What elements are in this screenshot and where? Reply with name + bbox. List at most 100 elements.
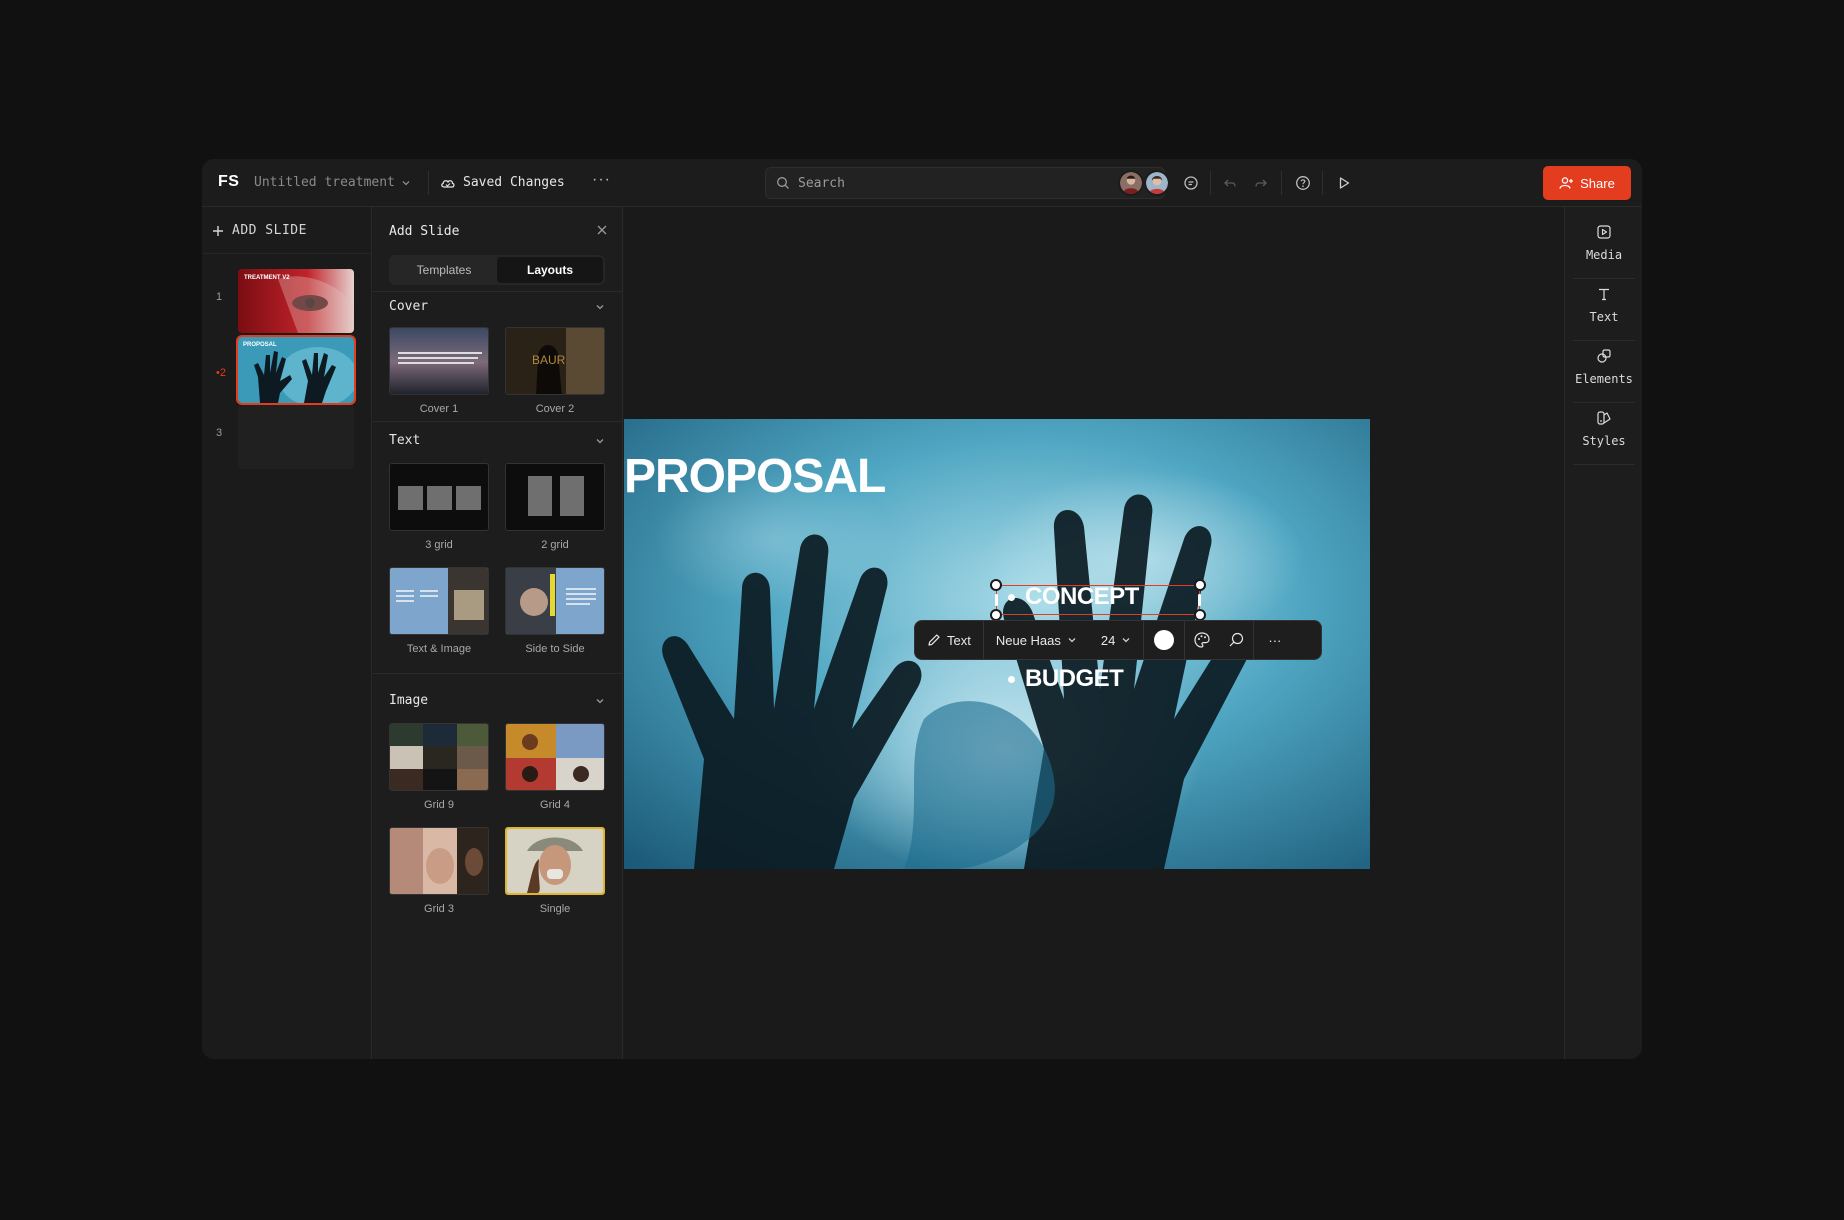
chevron-down-icon [402, 180, 410, 185]
panel-tabs: Templates Layouts [389, 255, 605, 285]
resize-handle[interactable] [990, 579, 1002, 591]
comment-icon [1184, 176, 1198, 190]
divider [373, 421, 623, 422]
pencil-icon [928, 634, 940, 646]
layout-tile-label: Side to Side [525, 643, 585, 655]
tab-layouts[interactable]: Layouts [497, 257, 603, 283]
text-color-button[interactable] [1144, 620, 1184, 660]
add-slide-button[interactable]: ADD SLIDE [212, 223, 307, 238]
layout-tile-side-to-side[interactable]: Side to Side [505, 567, 605, 655]
styles-icon [1597, 410, 1611, 425]
slide-number: 1 [216, 291, 223, 303]
share-button[interactable]: Share [1543, 166, 1631, 200]
layout-tile-label: Text & Image [406, 643, 472, 655]
text-icon [1599, 288, 1609, 300]
user-avatar-1[interactable] [1118, 170, 1144, 196]
slide-thumbnail-3[interactable] [238, 405, 354, 469]
divider [373, 291, 623, 292]
slide-number: •2 [216, 367, 226, 379]
bullet-dot [1008, 675, 1015, 683]
divider [1210, 171, 1211, 195]
close-panel-button[interactable] [593, 221, 611, 239]
saved-status: Saved Changes [440, 175, 565, 190]
tools-sidebar: Media Text Elements Styles [1564, 207, 1642, 1059]
slide-number: 3 [216, 427, 223, 439]
redo-icon [1255, 179, 1267, 187]
layout-tile-single[interactable]: Single [505, 827, 605, 915]
layout-tile-2-grid[interactable]: 2 grid [505, 463, 605, 551]
color-swatch-icon [1154, 630, 1175, 650]
share-label: Share [1580, 175, 1615, 191]
present-button[interactable] [1333, 172, 1355, 194]
palette-button[interactable] [1185, 620, 1219, 660]
font-family-dropdown[interactable]: Neue Haas [984, 620, 1089, 660]
bullet-dot [1008, 593, 1015, 601]
layout-tile-label: Cover 2 [535, 403, 575, 415]
layout-tile-label: Cover 1 [419, 403, 459, 415]
font-size-dropdown[interactable]: 24 [1089, 620, 1143, 660]
section-header-image[interactable]: Image [389, 693, 605, 708]
slide-thumbnail-1[interactable]: TREATMENT V2 [238, 269, 354, 333]
lasso-icon [1229, 632, 1244, 647]
saved-status-label: Saved Changes [463, 175, 565, 190]
document-title: Untitled treatment [254, 175, 395, 190]
search-bar[interactable] [765, 167, 1165, 199]
section-header-cover[interactable]: Cover [389, 299, 605, 314]
chevron-down-icon [1068, 638, 1076, 643]
app-logo[interactable]: FS [218, 173, 239, 191]
user-avatar-2[interactable] [1144, 170, 1170, 196]
svg-text:BAUR: BAUR [532, 353, 566, 367]
section-title: Text [389, 433, 421, 448]
layout-tile-cover-1[interactable]: Cover 1 [389, 327, 489, 415]
redo-button[interactable] [1250, 172, 1272, 194]
undo-button[interactable] [1219, 172, 1241, 194]
layout-tile-grid-9[interactable]: Grid 9 [389, 723, 489, 811]
layout-tile-label: 3 grid [425, 539, 453, 551]
bullet-item[interactable]: CONCEPT [1008, 583, 1139, 611]
layout-tile-label: Grid 4 [540, 799, 570, 811]
layout-tile-label: Grid 3 [424, 903, 454, 915]
close-icon [597, 225, 607, 235]
resize-handle[interactable] [995, 594, 998, 606]
layout-tile-grid-4[interactable]: Grid 4 [505, 723, 605, 811]
cloud-icon [441, 179, 455, 188]
tool-label: Styles [1582, 433, 1626, 448]
layout-tile-3-grid[interactable]: 3 grid [389, 463, 489, 551]
slides-panel: ADD SLIDE 1 TREATMENT V2 •2 PROPOSAL 3 [202, 207, 372, 1059]
layout-tile-cover-2[interactable]: BAUR Cover 2 [505, 327, 605, 415]
resize-handle[interactable] [1198, 594, 1201, 606]
tool-styles[interactable]: Styles [1573, 393, 1635, 465]
more-menu-button[interactable]: ··· [592, 171, 611, 189]
help-icon [1296, 176, 1310, 190]
divider [1281, 171, 1282, 195]
effects-button[interactable] [1219, 620, 1253, 660]
layout-tile-text-image[interactable]: Text & Image [389, 567, 489, 655]
add-slide-label: ADD SLIDE [232, 223, 307, 238]
section-header-text[interactable]: Text [389, 433, 605, 448]
add-user-icon [1559, 177, 1574, 189]
bullet-item[interactable]: BUDGET [1008, 665, 1124, 693]
more-options-button[interactable]: ··· [1254, 620, 1295, 660]
tab-templates[interactable]: Templates [391, 257, 497, 283]
resize-handle[interactable] [1194, 579, 1206, 591]
bullet-text: CONCEPT [1025, 583, 1139, 610]
play-icon [1339, 177, 1350, 189]
layout-tile-label: 2 grid [541, 539, 569, 551]
slide-title[interactable]: PROPOSAL [624, 449, 886, 504]
media-icon [1597, 224, 1611, 239]
slide-thumbnail-2[interactable]: PROPOSAL [236, 335, 356, 405]
section-title: Image [389, 693, 429, 708]
divider [428, 171, 429, 195]
comments-button[interactable] [1180, 172, 1202, 194]
editor-canvas[interactable]: PROPOSAL CONCEPT BUDGET Text Neue Haas 2… [624, 207, 1564, 1059]
palette-icon [1194, 632, 1210, 648]
slide-thumbnail-title: PROPOSAL [243, 342, 277, 348]
search-input[interactable] [798, 175, 1138, 191]
document-title-dropdown[interactable]: Untitled treatment [254, 175, 411, 190]
tool-label: Elements [1575, 371, 1633, 386]
help-button[interactable] [1292, 172, 1314, 194]
edit-text-button[interactable]: Text [915, 620, 983, 660]
layout-tile-grid-3[interactable]: Grid 3 [389, 827, 489, 915]
top-bar: FS Untitled treatment Saved Changes ··· [202, 159, 1642, 207]
tool-label: Text [1589, 309, 1619, 324]
